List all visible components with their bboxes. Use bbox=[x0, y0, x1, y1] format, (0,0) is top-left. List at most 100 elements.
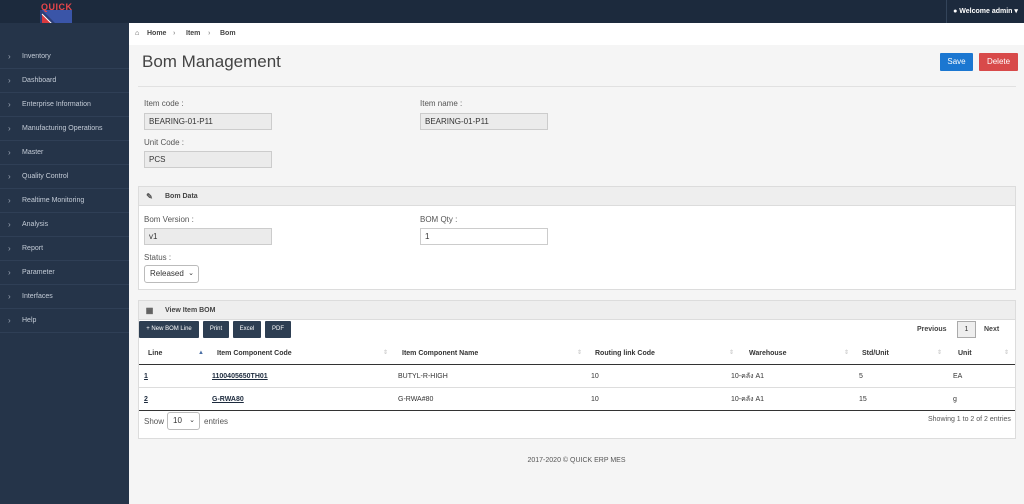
sidebar-item-interfaces[interactable]: › Interfaces bbox=[0, 285, 129, 309]
chevron-down-icon: ⌄ bbox=[188, 270, 194, 277]
bom-version-label: Bom Version : bbox=[144, 215, 194, 224]
routing-cell: 10 bbox=[591, 373, 599, 380]
line-link[interactable]: 1 bbox=[144, 365, 148, 388]
showing-info: Showing 1 to 2 of 2 entries bbox=[928, 416, 1011, 423]
chevron-down-icon: ⌄ bbox=[189, 417, 195, 424]
chevron-right-icon: › bbox=[173, 30, 176, 37]
bom-data-header: ✎ Bom Data bbox=[139, 187, 1015, 206]
pagination-previous[interactable]: Previous bbox=[917, 321, 947, 338]
sidebar: › Inventory › Dashboard › Enterprise Inform… bbox=[0, 23, 129, 504]
column-header-routing-link-code[interactable]: Routing link Code bbox=[595, 343, 655, 364]
sidebar-item-enterprise-information[interactable]: › Enterprise Information bbox=[0, 93, 129, 117]
column-header-warehouse[interactable]: Warehouse bbox=[749, 343, 786, 364]
bom-data-title: Bom Data bbox=[165, 193, 198, 200]
page-size-select[interactable]: 10 ⌄ bbox=[167, 412, 200, 430]
sort-icon[interactable]: ⇕ bbox=[1004, 343, 1009, 364]
sidebar-item-report[interactable]: › Report bbox=[0, 237, 129, 261]
welcome-text: Welcome admin bbox=[959, 8, 1013, 15]
breadcrumb: ⌂ Home › Item › Bom bbox=[129, 23, 1024, 45]
chevron-right-icon: › bbox=[8, 124, 11, 133]
logo-text: QUICK bbox=[41, 2, 73, 12]
column-header-item-component-code[interactable]: Item Component Code bbox=[217, 343, 292, 364]
sidebar-item-master[interactable]: › Master bbox=[0, 141, 129, 165]
column-header-line[interactable]: Line bbox=[148, 343, 162, 364]
top-navbar: QUICK ● Welcome admin ▾ bbox=[0, 0, 1024, 45]
unit-code-field[interactable]: PCS bbox=[144, 151, 272, 168]
breadcrumb-item[interactable]: Item bbox=[186, 23, 200, 45]
table-row: 1 1100405650TH01 BUTYL-R-HIGH 10 10-คลัง… bbox=[139, 365, 1015, 388]
excel-button[interactable]: Excel bbox=[233, 321, 261, 338]
pagination-page-1[interactable]: 1 bbox=[957, 321, 976, 338]
item-code-field[interactable]: BEARING-01-P11 bbox=[144, 113, 272, 130]
sort-icon[interactable]: ⇕ bbox=[383, 343, 388, 364]
sidebar-item-help[interactable]: › Help bbox=[0, 309, 129, 333]
chevron-right-icon: › bbox=[8, 244, 11, 253]
warehouse-cell: 10-คลัง A1 bbox=[731, 396, 765, 403]
show-label: Show bbox=[144, 417, 165, 426]
sort-icon[interactable]: ⇕ bbox=[844, 343, 849, 364]
breadcrumb-bom: Bom bbox=[220, 30, 236, 37]
chevron-right-icon: › bbox=[8, 52, 11, 61]
component-code-link[interactable]: 1100405650TH01 bbox=[212, 365, 268, 388]
unit-cell: g bbox=[953, 396, 957, 403]
chevron-right-icon: › bbox=[8, 76, 11, 85]
chevron-right-icon: › bbox=[8, 292, 11, 301]
print-button[interactable]: Print bbox=[203, 321, 229, 338]
chevron-right-icon: › bbox=[8, 268, 11, 277]
std-unit-cell: 15 bbox=[859, 396, 867, 403]
sidebar-item-analysis[interactable]: › Analysis bbox=[0, 213, 129, 237]
component-name-cell: G-RWA#80 bbox=[398, 396, 434, 403]
view-item-bom-title: View Item BOM bbox=[165, 307, 216, 314]
caret-down-icon: ▾ bbox=[1014, 8, 1018, 15]
divider bbox=[138, 86, 1016, 87]
entries-label: entries bbox=[204, 417, 229, 426]
routing-cell: 10 bbox=[591, 396, 599, 403]
sidebar-item-inventory[interactable]: › Inventory bbox=[0, 45, 129, 69]
chevron-right-icon: › bbox=[8, 196, 11, 205]
sidebar-item-dashboard[interactable]: › Dashboard bbox=[0, 69, 129, 93]
bom-qty-input[interactable]: 1 bbox=[420, 228, 548, 245]
sort-icon[interactable]: ⇕ bbox=[577, 343, 582, 364]
component-code-link[interactable]: G-RWA80 bbox=[212, 388, 244, 411]
item-name-label: Item name : bbox=[420, 99, 463, 108]
item-name-field[interactable]: BEARING-01-P11 bbox=[420, 113, 548, 130]
chevron-right-icon: › bbox=[8, 316, 11, 325]
chevron-right-icon: › bbox=[8, 100, 11, 109]
delete-button[interactable]: Delete bbox=[979, 53, 1018, 71]
sidebar-item-realtime-monitoring[interactable]: › Realtime Monitoring bbox=[0, 189, 129, 213]
sort-icon[interactable]: ⇕ bbox=[937, 343, 942, 364]
edit-icon: ✎ bbox=[146, 192, 153, 201]
sidebar-item-parameter[interactable]: › Parameter bbox=[0, 261, 129, 285]
view-item-bom-header: ▦ View Item BOM bbox=[139, 301, 1015, 320]
breadcrumb-home[interactable]: Home bbox=[147, 23, 166, 45]
chevron-right-icon: › bbox=[208, 30, 211, 37]
table-row: 2 G-RWA80 G-RWA#80 10 10-คลัง A1 15 g bbox=[139, 388, 1015, 411]
line-link[interactable]: 2 bbox=[144, 388, 148, 411]
chevron-right-icon: › bbox=[8, 148, 11, 157]
pagination-next[interactable]: Next bbox=[984, 321, 999, 338]
component-name-cell: BUTYL-R-HIGH bbox=[398, 373, 448, 380]
column-header-std-unit[interactable]: Std/Unit bbox=[862, 343, 889, 364]
bom-version-field[interactable]: v1 bbox=[144, 228, 272, 245]
footer: 2017-2020 © QUICK ERP MES bbox=[527, 457, 626, 464]
column-header-item-component-name[interactable]: Item Component Name bbox=[402, 343, 478, 364]
pdf-button[interactable]: PDF bbox=[265, 321, 291, 338]
sidebar-item-quality-control[interactable]: › Quality Control bbox=[0, 165, 129, 189]
sort-icon[interactable]: ⇕ bbox=[729, 343, 734, 364]
column-header-unit[interactable]: Unit bbox=[958, 343, 972, 364]
std-unit-cell: 5 bbox=[859, 373, 863, 380]
sidebar-item-manufacturing-operations[interactable]: › Manufacturing Operations bbox=[0, 117, 129, 141]
unit-code-label: Unit Code : bbox=[144, 138, 185, 147]
unit-cell: EA bbox=[953, 373, 963, 380]
sort-asc-icon[interactable]: ▲ bbox=[198, 343, 204, 364]
user-icon: ● bbox=[953, 8, 958, 15]
user-menu[interactable]: ● Welcome admin ▾ bbox=[946, 0, 1024, 23]
bom-qty-label: BOM Qty : bbox=[420, 215, 458, 224]
chevron-right-icon: › bbox=[8, 172, 11, 181]
save-button[interactable]: Save bbox=[940, 53, 973, 71]
new-bom-line-button[interactable]: + New BOM Line bbox=[139, 321, 199, 338]
home-icon[interactable]: ⌂ bbox=[135, 23, 139, 45]
status-label: Status : bbox=[144, 253, 172, 262]
warehouse-cell: 10-คลัง A1 bbox=[731, 373, 765, 380]
status-select[interactable]: Released ⌄ bbox=[144, 265, 199, 283]
